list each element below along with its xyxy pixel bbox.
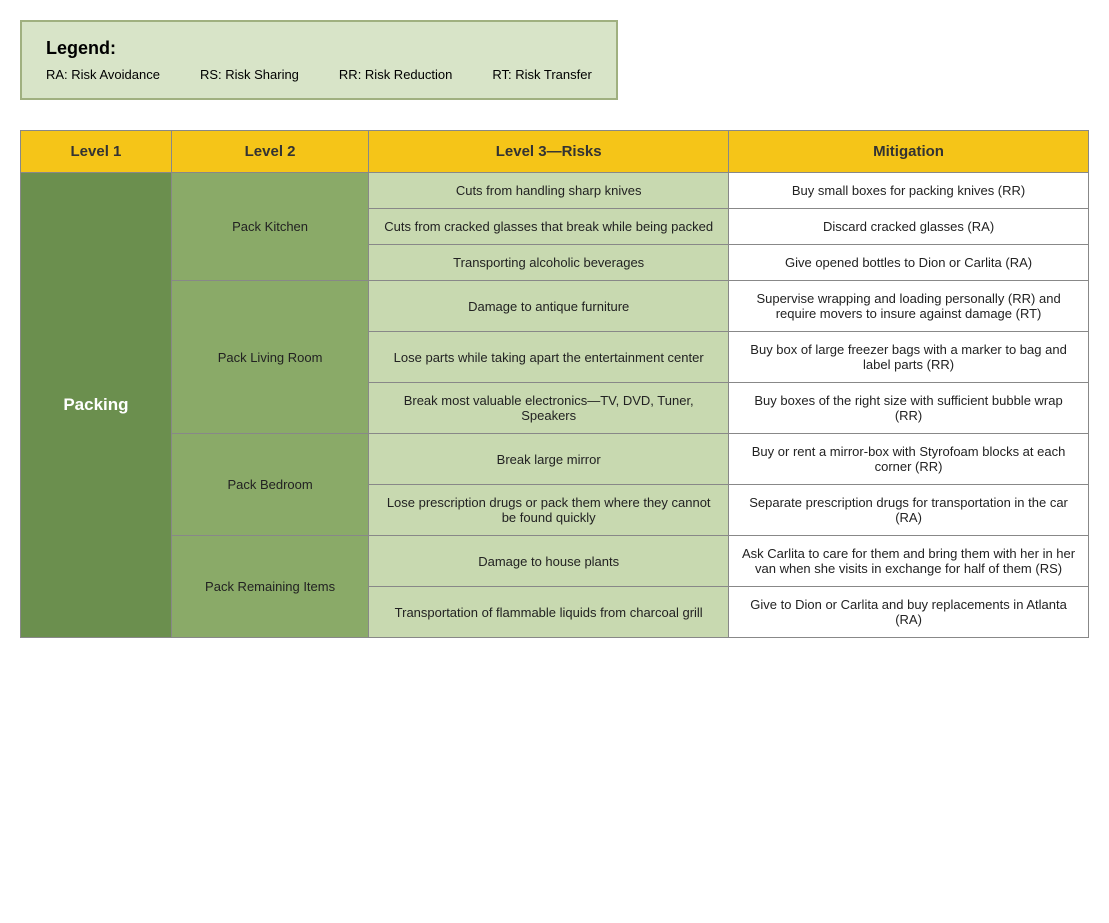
- level3-risk-cell: Break most valuable electronics—TV, DVD,…: [369, 383, 729, 434]
- level2-cell: Pack Remaining Items: [171, 536, 368, 638]
- mitigation-cell: Buy or rent a mirror-box with Styrofoam …: [729, 434, 1089, 485]
- level2-cell: Pack Living Room: [171, 281, 368, 434]
- mitigation-cell: Ask Carlita to care for them and bring t…: [729, 536, 1089, 587]
- table-header-row: Level 1 Level 2 Level 3—Risks Mitigation: [21, 131, 1089, 173]
- table-row: PackingPack KitchenCuts from handling sh…: [21, 173, 1089, 209]
- level1-cell: Packing: [21, 173, 172, 638]
- level3-risk-cell: Lose prescription drugs or pack them whe…: [369, 485, 729, 536]
- header-mitigation: Mitigation: [729, 131, 1089, 173]
- level3-risk-cell: Lose parts while taking apart the entert…: [369, 332, 729, 383]
- legend-item-rs: RS: Risk Sharing: [200, 67, 299, 82]
- level3-risk-cell: Transporting alcoholic beverages: [369, 245, 729, 281]
- mitigation-cell: Buy box of large freezer bags with a mar…: [729, 332, 1089, 383]
- level3-risk-cell: Break large mirror: [369, 434, 729, 485]
- legend-title: Legend:: [46, 38, 592, 59]
- level3-risk-cell: Damage to antique furniture: [369, 281, 729, 332]
- risk-table: Level 1 Level 2 Level 3—Risks Mitigation…: [20, 130, 1089, 638]
- mitigation-cell: Give opened bottles to Dion or Carlita (…: [729, 245, 1089, 281]
- header-level2: Level 2: [171, 131, 368, 173]
- mitigation-cell: Supervise wrapping and loading personall…: [729, 281, 1089, 332]
- table-row: Pack Remaining ItemsDamage to house plan…: [21, 536, 1089, 587]
- level2-cell: Pack Kitchen: [171, 173, 368, 281]
- legend-items: RA: Risk Avoidance RS: Risk Sharing RR: …: [46, 67, 592, 82]
- level3-risk-cell: Transportation of flammable liquids from…: [369, 587, 729, 638]
- mitigation-cell: Give to Dion or Carlita and buy replacem…: [729, 587, 1089, 638]
- legend-item-rt: RT: Risk Transfer: [492, 67, 591, 82]
- mitigation-cell: Buy boxes of the right size with suffici…: [729, 383, 1089, 434]
- mitigation-cell: Separate prescription drugs for transpor…: [729, 485, 1089, 536]
- legend-box: Legend: RA: Risk Avoidance RS: Risk Shar…: [20, 20, 618, 100]
- mitigation-cell: Discard cracked glasses (RA): [729, 209, 1089, 245]
- mitigation-cell: Buy small boxes for packing knives (RR): [729, 173, 1089, 209]
- table-row: Pack Living RoomDamage to antique furnit…: [21, 281, 1089, 332]
- table-row: Pack BedroomBreak large mirrorBuy or ren…: [21, 434, 1089, 485]
- legend-item-ra: RA: Risk Avoidance: [46, 67, 160, 82]
- level3-risk-cell: Cuts from handling sharp knives: [369, 173, 729, 209]
- level2-cell: Pack Bedroom: [171, 434, 368, 536]
- header-level3: Level 3—Risks: [369, 131, 729, 173]
- header-level1: Level 1: [21, 131, 172, 173]
- legend-item-rr: RR: Risk Reduction: [339, 67, 452, 82]
- level3-risk-cell: Cuts from cracked glasses that break whi…: [369, 209, 729, 245]
- level3-risk-cell: Damage to house plants: [369, 536, 729, 587]
